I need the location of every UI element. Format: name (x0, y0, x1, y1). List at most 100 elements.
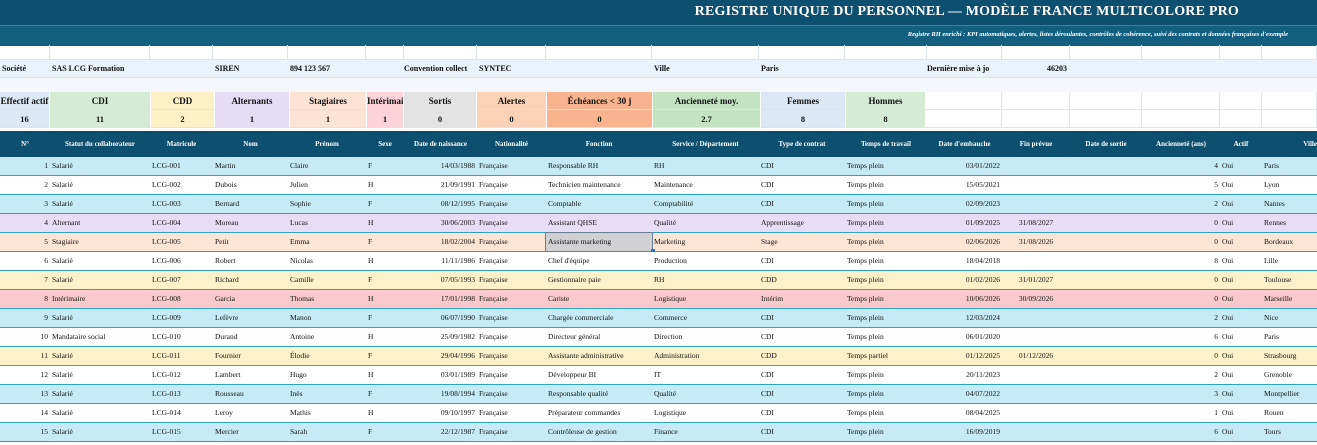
cell-sortie[interactable] (1070, 404, 1142, 422)
cell-naissance[interactable]: 06/07/1990 (404, 309, 477, 327)
cell-matricule[interactable]: LCG-002 (150, 176, 213, 194)
cell-ville[interactable]: Paris (1262, 157, 1317, 175)
cell-matricule[interactable]: LCG-005 (150, 233, 213, 251)
cell-service[interactable]: Logistique (652, 404, 759, 422)
cell-temps[interactable]: Temps plein (845, 214, 927, 232)
cell-actif[interactable]: Oui (1220, 271, 1262, 289)
cell-naissance[interactable]: 11/11/1986 (404, 252, 477, 270)
grid-cell[interactable] (1070, 92, 1142, 110)
cell-prenom[interactable]: Sarah (288, 423, 366, 441)
grid-cell[interactable] (477, 45, 546, 60)
grid-cell[interactable] (1262, 110, 1317, 128)
cell-actif[interactable]: Oui (1220, 157, 1262, 175)
cell-nom[interactable]: Fournier (213, 347, 288, 365)
cell-fonction[interactable]: Responsable qualité (546, 385, 652, 403)
cell-actif[interactable]: Oui (1220, 366, 1262, 384)
cell-statut[interactable]: Salarié (50, 309, 150, 327)
grid-cell[interactable] (288, 45, 366, 60)
grid-cell[interactable] (1002, 92, 1070, 110)
grid-cell[interactable] (213, 45, 288, 60)
col-header-nom[interactable]: Nom (213, 131, 288, 157)
cell-nationalite[interactable]: Française (477, 385, 546, 403)
cell-fin[interactable] (1002, 252, 1070, 270)
cell-contrat[interactable]: CDI (759, 385, 845, 403)
cell-naissance[interactable]: 19/08/1994 (404, 385, 477, 403)
cell-n[interactable]: 5 (0, 233, 50, 251)
cell-sortie[interactable] (1070, 195, 1142, 213)
cell-embauche[interactable]: 12/03/2024 (927, 309, 1002, 327)
cell-nationalite[interactable]: Française (477, 157, 546, 175)
cell-fin[interactable] (1002, 309, 1070, 327)
cell-nom[interactable]: Leroy (213, 404, 288, 422)
cell-fonction[interactable]: Développeur BI (546, 366, 652, 384)
col-header-anciennete[interactable]: Ancienneté (ans) (1142, 131, 1220, 157)
cell-statut[interactable]: Mandataire social (50, 328, 150, 346)
cell-contrat[interactable]: CDI (759, 366, 845, 384)
cell-fonction[interactable]: Chargée commerciale (546, 309, 652, 327)
maj-value[interactable]: 46203 (1001, 60, 1069, 78)
col-header-sexe[interactable]: Sexe (366, 131, 404, 157)
cell-prenom[interactable]: Hugo (288, 366, 366, 384)
cell-fonction[interactable]: Responsable RH (546, 157, 652, 175)
cell-n[interactable]: 7 (0, 271, 50, 289)
cell-naissance[interactable]: 03/01/1989 (404, 366, 477, 384)
table-row[interactable]: 15 Salarié LCG-015 Mercier Sarah F 22/12/1987 F… (0, 423, 1317, 442)
cell-statut[interactable]: Salarié (50, 423, 150, 441)
cell-sexe[interactable]: H (366, 290, 404, 308)
cell-nationalite[interactable]: Française (477, 252, 546, 270)
table-row[interactable]: 4 Alternant LCG-004 Moreau Lucas H 30/06/2003 F… (0, 214, 1317, 233)
cell-fonction[interactable]: Technicien maintenance (546, 176, 652, 194)
cell-sexe[interactable]: F (366, 233, 404, 251)
cell-fin[interactable] (1002, 385, 1070, 403)
cell-naissance[interactable]: 30/06/2003 (404, 214, 477, 232)
cell-anciennete[interactable]: 6 (1142, 328, 1220, 346)
cell-nationalite[interactable]: Française (477, 176, 546, 194)
societe-value[interactable]: SAS LCG Formation (50, 60, 213, 78)
kpi-value-effectif[interactable]: 16 (0, 110, 50, 128)
col-header-numero[interactable]: N° (0, 131, 50, 157)
cell-statut[interactable]: Salarié (50, 347, 150, 365)
cell-contrat[interactable]: Apprentissage (759, 214, 845, 232)
cell-n[interactable]: 14 (0, 404, 50, 422)
grid-cell[interactable] (1262, 92, 1317, 110)
cell-sexe[interactable]: F (366, 157, 404, 175)
cell-ville[interactable]: Rennes (1262, 214, 1317, 232)
cell-n[interactable]: 4 (0, 214, 50, 232)
cell-naissance[interactable]: 08/12/1995 (404, 195, 477, 213)
cell-service[interactable]: Direction (652, 328, 759, 346)
cell-fin[interactable]: 31/08/2026 (1002, 233, 1070, 251)
cell-contrat[interactable]: CDI (759, 423, 845, 441)
cell-sexe[interactable]: H (366, 404, 404, 422)
cell-matricule[interactable]: LCG-003 (150, 195, 213, 213)
cell-naissance[interactable]: 14/03/1988 (404, 157, 477, 175)
cell-n[interactable]: 12 (0, 366, 50, 384)
cell-nationalite[interactable]: Française (477, 347, 546, 365)
cell-embauche[interactable]: 08/04/2025 (927, 404, 1002, 422)
cell-sexe[interactable]: H (366, 176, 404, 194)
grid-cell[interactable] (1002, 110, 1070, 128)
cell-temps[interactable]: Temps plein (845, 252, 927, 270)
cell-nom[interactable]: Richard (213, 271, 288, 289)
cell-statut[interactable]: Salarié (50, 404, 150, 422)
cell-ville[interactable]: Strasbourg (1262, 347, 1317, 365)
col-header-ville[interactable]: Ville (1262, 131, 1317, 157)
cell-ville[interactable]: Lyon (1262, 176, 1317, 194)
cell-contrat[interactable]: CDI (759, 157, 845, 175)
cell-matricule[interactable]: LCG-009 (150, 309, 213, 327)
cell-embauche[interactable]: 20/11/2023 (927, 366, 1002, 384)
cell-n[interactable]: 15 (0, 423, 50, 441)
cell-embauche[interactable]: 01/12/2025 (927, 347, 1002, 365)
cell-sexe[interactable]: H (366, 252, 404, 270)
cell-naissance[interactable]: 21/09/1991 (404, 176, 477, 194)
kpi-value-femmes[interactable]: 8 (761, 110, 846, 128)
cell-statut[interactable]: Intérimaire (50, 290, 150, 308)
cell-embauche[interactable]: 02/09/2023 (927, 195, 1002, 213)
cell-contrat[interactable]: CDI (759, 404, 845, 422)
cell-n[interactable]: 6 (0, 252, 50, 270)
cell-matricule[interactable]: LCG-001 (150, 157, 213, 175)
cell-contrat[interactable]: CDD (759, 347, 845, 365)
cell-sortie[interactable] (1070, 233, 1142, 251)
cell-service[interactable]: Finance (652, 423, 759, 441)
table-row[interactable]: 10 Mandataire social LCG-010 Durand Antoine H… (0, 328, 1317, 347)
cell-temps[interactable]: Temps plein (845, 271, 927, 289)
